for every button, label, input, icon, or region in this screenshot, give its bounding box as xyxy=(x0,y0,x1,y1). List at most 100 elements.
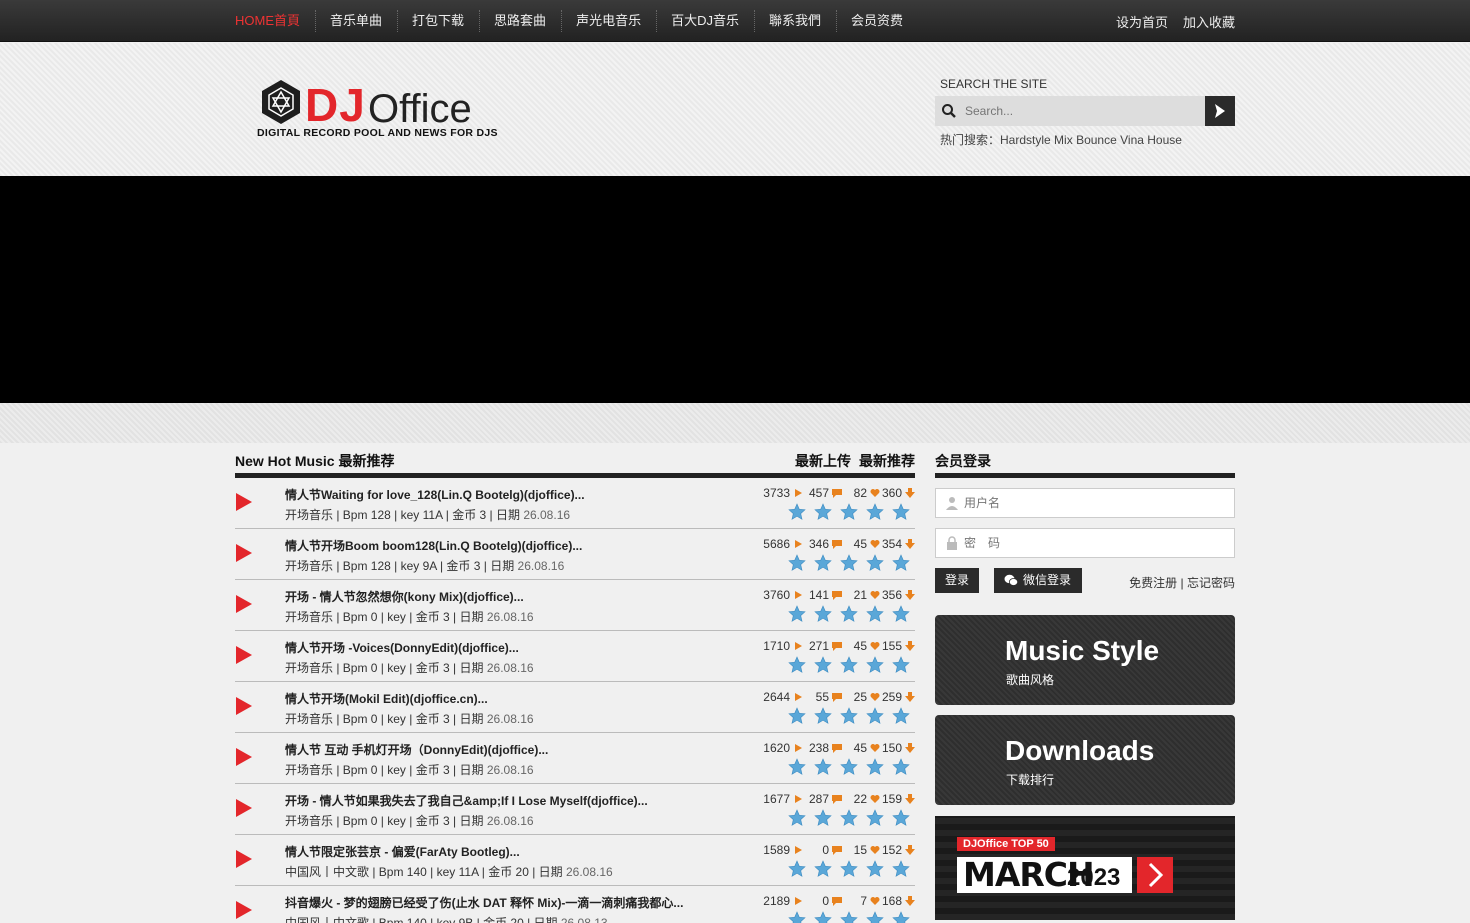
comment-icon[interactable] xyxy=(832,539,842,549)
rating-star-icon[interactable] xyxy=(814,860,832,878)
rating-star-icon[interactable] xyxy=(814,656,832,674)
play-icon[interactable] xyxy=(235,798,253,818)
track-title[interactable]: 情人节开场 -Voices(DonnyEdit)(djoffice)... xyxy=(285,639,519,656)
rating-star-icon[interactable] xyxy=(788,911,806,923)
rating-star-icon[interactable] xyxy=(892,911,910,923)
rating-star-icon[interactable] xyxy=(840,656,858,674)
nav-mix-sets[interactable]: 思路套曲 xyxy=(479,0,561,42)
hero-banner[interactable] xyxy=(0,176,1470,403)
username-input[interactable] xyxy=(964,489,1224,517)
track-title[interactable]: 情人节Waiting for love_128(Lin.Q Bootelg)(d… xyxy=(285,486,585,503)
download-icon[interactable] xyxy=(905,845,915,855)
rating-star-icon[interactable] xyxy=(840,554,858,572)
rating-star-icon[interactable] xyxy=(892,707,910,725)
track-title[interactable]: 情人节限定张芸京 - 偏爱(FarAty Bootleg)... xyxy=(285,843,520,860)
rating-star-icon[interactable] xyxy=(892,656,910,674)
track-title[interactable]: 开场 - 情人节忽然想你(kony Mix)(djoffice)... xyxy=(285,588,524,605)
password-input[interactable] xyxy=(964,529,1224,557)
comment-icon[interactable] xyxy=(832,845,842,855)
rating-star-icon[interactable] xyxy=(788,656,806,674)
rating-star-icon[interactable] xyxy=(814,809,832,827)
comment-icon[interactable] xyxy=(832,641,842,651)
rating-star-icon[interactable] xyxy=(892,860,910,878)
rating-star-icon[interactable] xyxy=(892,758,910,776)
rating-star-icon[interactable] xyxy=(866,503,884,521)
heart-icon[interactable] xyxy=(870,845,880,855)
register-link[interactable]: 免费注册 xyxy=(1129,576,1177,590)
play-icon[interactable] xyxy=(235,543,253,563)
login-button[interactable]: 登录 xyxy=(935,568,979,593)
rating-star-icon[interactable] xyxy=(840,911,858,923)
hot-term-hardstyle[interactable]: Hardstyle xyxy=(1000,133,1051,147)
play-icon[interactable] xyxy=(235,645,253,665)
rating-star-icon[interactable] xyxy=(788,707,806,725)
play-icon[interactable] xyxy=(235,900,253,920)
download-icon[interactable] xyxy=(905,794,915,804)
heart-icon[interactable] xyxy=(870,488,880,498)
rating-star-icon[interactable] xyxy=(866,911,884,923)
hot-term-bounce[interactable]: Bounce xyxy=(1076,133,1117,147)
forgot-password-link[interactable]: 忘记密码 xyxy=(1187,576,1235,590)
rating-star-icon[interactable] xyxy=(892,809,910,827)
comment-icon[interactable] xyxy=(832,896,842,906)
track-title[interactable]: 情人节 互动 手机灯开场（DonnyEdit)(djoffice)... xyxy=(285,741,548,758)
rating-star-icon[interactable] xyxy=(788,809,806,827)
download-icon[interactable] xyxy=(905,539,915,549)
download-icon[interactable] xyxy=(905,641,915,651)
heart-icon[interactable] xyxy=(870,590,880,600)
comment-icon[interactable] xyxy=(832,590,842,600)
rating-star-icon[interactable] xyxy=(866,860,884,878)
download-icon[interactable] xyxy=(905,590,915,600)
rating-star-icon[interactable] xyxy=(866,605,884,623)
rating-star-icon[interactable] xyxy=(892,605,910,623)
comment-icon[interactable] xyxy=(832,692,842,702)
nav-contact[interactable]: 聯系我們 xyxy=(753,0,836,42)
play-icon[interactable] xyxy=(235,696,253,716)
nav-pack-download[interactable]: 打包下载 xyxy=(397,0,479,42)
rating-star-icon[interactable] xyxy=(866,656,884,674)
download-icon[interactable] xyxy=(905,488,915,498)
rating-star-icon[interactable] xyxy=(840,503,858,521)
downloads-promo[interactable]: Downloads 下载排行 xyxy=(935,715,1235,805)
rating-star-icon[interactable] xyxy=(866,554,884,572)
rating-star-icon[interactable] xyxy=(814,758,832,776)
rating-star-icon[interactable] xyxy=(814,911,832,923)
track-title[interactable]: 情人节开场Boom boom128(Lin.Q Bootelg)(djoffic… xyxy=(285,537,582,554)
play-icon[interactable] xyxy=(235,747,253,767)
hot-term-vina-house[interactable]: Vina House xyxy=(1120,133,1182,147)
rating-star-icon[interactable] xyxy=(866,707,884,725)
top50-arrow-button[interactable] xyxy=(1137,857,1173,893)
track-title[interactable]: 抖音爆火 - 梦的翅膀已经受了伤(止水 DAT 释怀 Mix)-一滴一滴刺痛我都… xyxy=(285,894,683,911)
play-icon[interactable] xyxy=(235,594,253,614)
play-icon[interactable] xyxy=(235,849,253,869)
rating-star-icon[interactable] xyxy=(892,554,910,572)
track-title[interactable]: 情人节开场(Mokil Edit)(djoffice.cn)... xyxy=(285,690,488,707)
nav-membership[interactable]: 会员资费 xyxy=(835,0,918,42)
top50-banner[interactable]: DJOffice TOP 50 MARCH 2023 xyxy=(935,816,1235,920)
rating-star-icon[interactable] xyxy=(814,503,832,521)
heart-icon[interactable] xyxy=(870,692,880,702)
rating-star-icon[interactable] xyxy=(840,809,858,827)
download-icon[interactable] xyxy=(905,692,915,702)
wechat-login-button[interactable]: 微信登录 xyxy=(994,568,1082,593)
rating-star-icon[interactable] xyxy=(840,605,858,623)
nav-music-singles[interactable]: 音乐单曲 xyxy=(315,0,397,42)
heart-icon[interactable] xyxy=(870,641,880,651)
play-icon[interactable] xyxy=(235,492,253,512)
rating-star-icon[interactable] xyxy=(788,758,806,776)
rating-star-icon[interactable] xyxy=(840,707,858,725)
rating-star-icon[interactable] xyxy=(788,554,806,572)
tab-latest-upload[interactable]: 最新上传 xyxy=(795,451,851,471)
rating-star-icon[interactable] xyxy=(788,860,806,878)
nav-top100-dj[interactable]: 百大DJ音乐 xyxy=(656,0,754,42)
search-input[interactable] xyxy=(959,96,1205,126)
add-bookmark-link[interactable]: 加入收藏 xyxy=(1183,12,1235,31)
comment-icon[interactable] xyxy=(832,488,842,498)
site-logo[interactable]: DJ Office DIGITAL RECORD POOL AND NEWS F… xyxy=(257,78,498,143)
track-title[interactable]: 开场 - 情人节如果我失去了我自己&amp;If I Lose Myself(d… xyxy=(285,792,648,809)
nav-av-music[interactable]: 声光电音乐 xyxy=(561,0,656,42)
rating-star-icon[interactable] xyxy=(866,758,884,776)
music-style-promo[interactable]: Music Style 歌曲风格 xyxy=(935,615,1235,705)
rating-star-icon[interactable] xyxy=(814,554,832,572)
rating-star-icon[interactable] xyxy=(866,809,884,827)
